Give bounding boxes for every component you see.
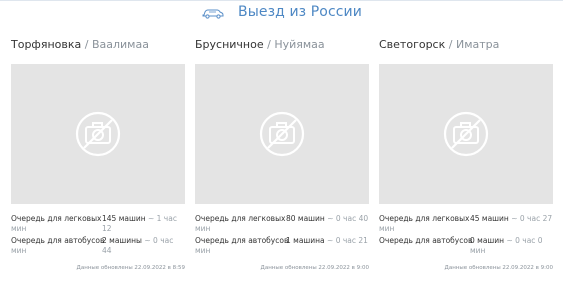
queue-value: 145 машин ~ 1 час 12 bbox=[102, 214, 185, 234]
queue-count: 1 машина bbox=[286, 236, 325, 245]
crossing-photo-placeholder[interactable] bbox=[195, 64, 369, 204]
update-timestamp: Данные обновлены 22.09.2022 в 8:59 bbox=[76, 265, 185, 271]
queue-time-unit: мин bbox=[379, 224, 395, 233]
queue-time-unit: мин bbox=[11, 224, 27, 233]
crossing-photo-placeholder[interactable] bbox=[11, 64, 185, 204]
queue-label: Очередь для автобусов bbox=[11, 236, 105, 245]
crossing-photo-placeholder[interactable] bbox=[379, 64, 553, 204]
header-divider bbox=[0, 0, 563, 1]
no-photo-icon bbox=[75, 111, 121, 157]
crossing-name-counterpart: Ваалимаа bbox=[91, 38, 149, 51]
queue-count: 0 машин bbox=[470, 236, 505, 245]
crossing-name-main: Брусничное bbox=[195, 38, 264, 51]
no-photo-icon bbox=[259, 111, 305, 157]
crossing-name-main: Светогорск bbox=[379, 38, 446, 51]
crossing-name-separator: / bbox=[263, 38, 275, 51]
queue-value: 1 машина ~ 0 час 21 bbox=[286, 236, 369, 246]
update-timestamp: Данные обновлены 22.09.2022 в 9:00 bbox=[444, 265, 553, 271]
queue-time: ~ 0 час 27 bbox=[511, 214, 553, 223]
crossing-name-counterpart: Нуйямаа bbox=[274, 38, 325, 51]
section-header: Выезд из России bbox=[0, 0, 563, 28]
queue-label: Очередь для автобусов bbox=[379, 236, 473, 245]
queue-count: 145 машин bbox=[102, 214, 146, 223]
car-icon bbox=[202, 9, 224, 19]
queue-value: 0 машин ~ 0 час 0 мин bbox=[470, 236, 553, 256]
crossing-name-separator: / bbox=[445, 38, 456, 51]
queue-value: 2 машины ~ 0 час 44 bbox=[102, 236, 185, 256]
queue-time: ~ 0 час 21 bbox=[327, 236, 368, 245]
queue-time-unit: мин bbox=[11, 246, 27, 255]
queue-time: ~ 0 час 40 bbox=[327, 214, 369, 223]
crossing-name-main: Торфяновка bbox=[11, 38, 82, 51]
queue-value: 80 машин ~ 0 час 40 bbox=[286, 214, 369, 224]
no-photo-icon bbox=[443, 111, 489, 157]
queue-label: Очередь для автобусов bbox=[195, 236, 289, 245]
update-timestamp: Данные обновлены 22.09.2022 в 9:00 bbox=[260, 265, 369, 271]
queue-label: Очередь для легковых bbox=[195, 214, 286, 223]
queue-label: Очередь для легковых bbox=[11, 214, 102, 223]
queue-label: Очередь для легковых bbox=[379, 214, 470, 223]
crossing-name[interactable]: Брусничное / Нуйямаа bbox=[195, 38, 325, 51]
crossing-name[interactable]: Торфяновка / Ваалимаа bbox=[11, 38, 149, 51]
queue-time-unit: мин bbox=[195, 246, 211, 255]
crossing-name-counterpart: Иматра bbox=[455, 38, 500, 51]
crossing-name[interactable]: Светогорск / Иматра bbox=[379, 38, 499, 51]
queue-count: 80 машин bbox=[286, 214, 325, 223]
crossing-name-separator: / bbox=[81, 38, 92, 51]
queue-count: 45 машин bbox=[470, 214, 509, 223]
queue-time-unit: мин bbox=[195, 224, 211, 233]
queue-value: 45 машин ~ 0 час 27 bbox=[470, 214, 553, 224]
page-title: Выезд из России bbox=[238, 4, 362, 20]
queue-count: 2 машины bbox=[102, 236, 142, 245]
